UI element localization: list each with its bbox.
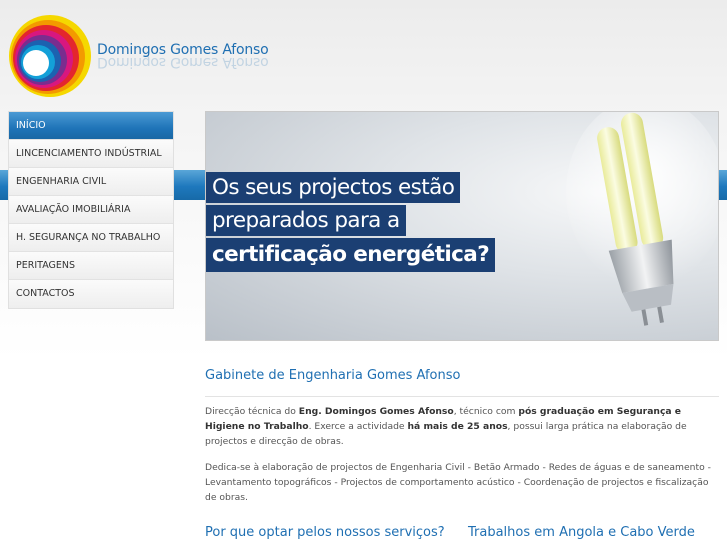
energy-bulb-icon (566, 112, 718, 326)
nav-item-engenharia-civil[interactable]: ENGENHARIA CIVIL (9, 168, 173, 196)
angola-cabo-verde-heading[interactable]: Trabalhos em Angola e Cabo Verde (468, 525, 695, 540)
rainbow-logo-icon[interactable] (8, 14, 92, 98)
intro-paragraph: Direcção técnica do Eng. Domingos Gomes … (205, 404, 719, 449)
nav-item-peritagens[interactable]: PERITAGENS (9, 252, 173, 280)
banner-text-line-1: Os seus projectos estão (206, 172, 461, 203)
intro-text-3: . Exerce a actividade (308, 421, 408, 432)
nav-item-avaliacao-imobiliaria[interactable]: AVALIAÇÃO IMOBILIÁRIA (9, 196, 173, 224)
intro-bold-experience: há mais de 25 anos (407, 421, 508, 432)
banner-text-line-3: certificação energética? (206, 238, 496, 272)
divider (205, 396, 719, 397)
promo-banner[interactable]: Os seus projectos estão preparados para … (205, 111, 719, 341)
intro-bold-name: Eng. Domingos Gomes Afonso (298, 406, 454, 417)
nav-item-seguranca-trabalho[interactable]: H. SEGURANÇA NO TRABALHO (9, 224, 173, 252)
why-choose-us-heading[interactable]: Por que optar pelos nossos serviços? (205, 525, 445, 540)
services-paragraph: Dedica-se à elaboração de projectos de E… (205, 462, 711, 503)
nav-item-contactos[interactable]: CONTACTOS (9, 280, 173, 308)
sidebar-nav: INÍCIO LINCENCIAMENTO INDÚSTRIAL ENGENHA… (8, 111, 174, 309)
nav-item-licenciamento[interactable]: LINCENCIAMENTO INDÚSTRIAL (9, 140, 173, 168)
banner-text-line-2: preparados para a (206, 205, 406, 236)
intro-text-1: Direcção técnica do (205, 406, 299, 417)
brand-name-reflection: Domingos Gomes Afonso (97, 54, 269, 70)
page-title: Gabinete de Engenharia Gomes Afonso (205, 368, 461, 383)
nav-item-inicio[interactable]: INÍCIO (9, 112, 173, 140)
intro-text-2: , técnico com (453, 406, 519, 417)
